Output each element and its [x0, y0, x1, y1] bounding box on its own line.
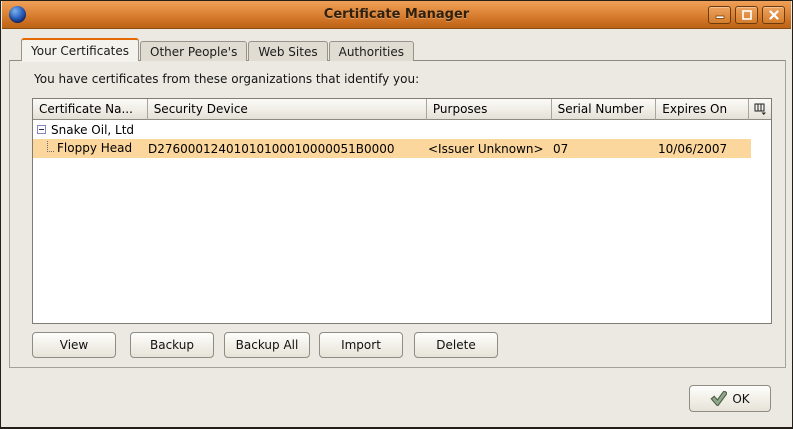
backup-all-button-label: Backup All [236, 338, 299, 352]
tab-label: Other People's [150, 45, 237, 59]
tab-authorities[interactable]: Authorities [329, 41, 414, 61]
intro-text: You have certificates from these organiz… [34, 72, 419, 86]
delete-button[interactable]: Delete [414, 332, 498, 358]
maximize-button[interactable] [735, 6, 758, 24]
cell-expires-on: 10/06/2007 [658, 142, 751, 156]
group-name: Snake Oil, Ltd [51, 123, 134, 137]
column-header-certificate-name[interactable]: Certificate Na... [33, 99, 148, 120]
backup-button-label: Backup [150, 338, 194, 352]
ok-check-icon [710, 391, 727, 406]
backup-button[interactable]: Backup [130, 332, 214, 358]
globe-app-icon [9, 6, 26, 23]
window-title: Certificate Manager [2, 7, 791, 22]
tab-label: Your Certificates [31, 44, 129, 58]
column-header-expires-on[interactable]: Expires On [656, 99, 749, 120]
delete-button-label: Delete [436, 338, 475, 352]
cell-serial-number: 07 [553, 142, 658, 156]
column-header-label: Purposes [433, 102, 487, 116]
table-row-floppy-head[interactable]: Floppy Head D27600012401010100010000051B… [33, 139, 751, 158]
tab-bar: Your Certificates Other People's Web Sit… [21, 38, 415, 61]
maximize-icon [742, 10, 752, 20]
your-certificates-panel: You have certificates from these organiz… [9, 60, 786, 368]
tab-web-sites[interactable]: Web Sites [248, 41, 327, 61]
column-header-serial-number[interactable]: Serial Number [552, 99, 657, 120]
ok-button[interactable]: OK [689, 385, 771, 412]
column-header-label: Serial Number [558, 102, 644, 116]
view-button[interactable]: View [32, 332, 116, 358]
view-button-label: View [60, 338, 88, 352]
minimize-button[interactable] [708, 6, 731, 24]
tree-branch-line [47, 141, 54, 152]
column-header-security-device[interactable]: Security Device [148, 99, 427, 120]
ok-button-label: OK [732, 392, 749, 406]
table-row-snake-oil-group[interactable]: Snake Oil, Ltd [33, 120, 771, 139]
close-button[interactable] [762, 6, 785, 24]
import-button[interactable]: Import [319, 332, 403, 358]
import-button-label: Import [341, 338, 381, 352]
tab-label: Authorities [339, 45, 404, 59]
titlebar: Certificate Manager [2, 1, 791, 29]
tab-other-peoples[interactable]: Other People's [140, 41, 247, 61]
certificate-table: Certificate Na... Security Device Purpos… [32, 98, 772, 324]
column-picker-icon [754, 103, 767, 115]
backup-all-button[interactable]: Backup All [224, 332, 310, 358]
column-header-label: Certificate Na... [39, 102, 133, 116]
table-header: Certificate Na... Security Device Purpos… [33, 99, 771, 120]
tab-your-certificates[interactable]: Your Certificates [21, 38, 139, 61]
minimize-icon [715, 10, 725, 20]
collapse-expander-icon[interactable] [37, 125, 46, 134]
certificate-manager-window: Certificate Manager Your Certificates [0, 0, 793, 429]
cell-purposes: <Issuer Unknown> [428, 142, 553, 156]
column-header-purposes[interactable]: Purposes [427, 99, 552, 120]
column-header-label: Expires On [662, 102, 727, 116]
column-header-label: Security Device [154, 102, 248, 116]
window-controls [708, 6, 785, 24]
close-icon [769, 10, 779, 20]
tab-label: Web Sites [258, 45, 317, 59]
cell-security-device: D27600012401010100010000051B0000 [148, 142, 428, 156]
table-body: Snake Oil, Ltd Floppy Head D276000124010… [33, 120, 771, 323]
column-picker-button[interactable] [749, 99, 771, 120]
cell-certificate-name: Floppy Head [33, 141, 148, 156]
